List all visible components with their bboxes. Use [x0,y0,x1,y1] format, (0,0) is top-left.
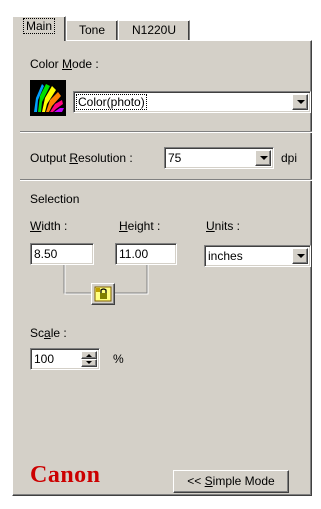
width-label: Width : [30,219,68,233]
aspect-lock-button[interactable] [91,283,115,305]
width-input[interactable]: 8.50 [30,243,94,265]
scale-label: Scale : [30,326,67,340]
scale-down-button[interactable] [81,359,97,367]
separator [20,179,312,181]
tab-n1220u-label: N1220U [131,23,177,37]
width-value: 8.50 [34,247,58,261]
canon-logo: Canon [30,462,101,488]
tab-main[interactable]: Main [12,16,66,41]
dpi-unit-label: dpi [281,151,298,165]
selection-heading: Selection [30,192,80,206]
units-label: Units : [206,219,241,233]
simple-mode-button[interactable]: << Simple Mode [173,470,289,493]
units-value: inches [208,249,243,263]
scale-input[interactable]: 100 [30,348,100,370]
color-mode-value: Color(photo) [76,94,147,110]
color-mode-label: Color Mode : [30,57,99,71]
output-resolution-select[interactable]: 75 [164,147,274,169]
scale-unit-label: % [113,352,124,366]
lock-icon [94,286,112,302]
scale-value: 100 [34,352,55,366]
separator [20,131,312,133]
output-resolution-value: 75 [168,151,182,165]
units-dropdown-button[interactable] [292,248,308,264]
tab-main-label: Main [22,18,56,34]
tab-n1220u[interactable]: N1220U [118,20,190,40]
height-label: Height : [119,219,161,233]
output-resolution-label: Output Resolution : [30,151,133,165]
color-mode-select[interactable]: Color(photo) [73,91,311,113]
units-select[interactable]: inches [204,245,311,267]
tab-tone-label: Tone [78,23,106,37]
color-mode-icon [30,80,66,116]
tab-tone[interactable]: Tone [66,20,118,40]
color-mode-dropdown-button[interactable] [292,94,308,110]
height-value: 11.00 [119,247,149,261]
height-input[interactable]: 11.00 [115,243,177,265]
scale-spinner[interactable] [81,351,97,367]
output-resolution-dropdown-button[interactable] [255,150,271,166]
scale-up-button[interactable] [81,351,97,359]
